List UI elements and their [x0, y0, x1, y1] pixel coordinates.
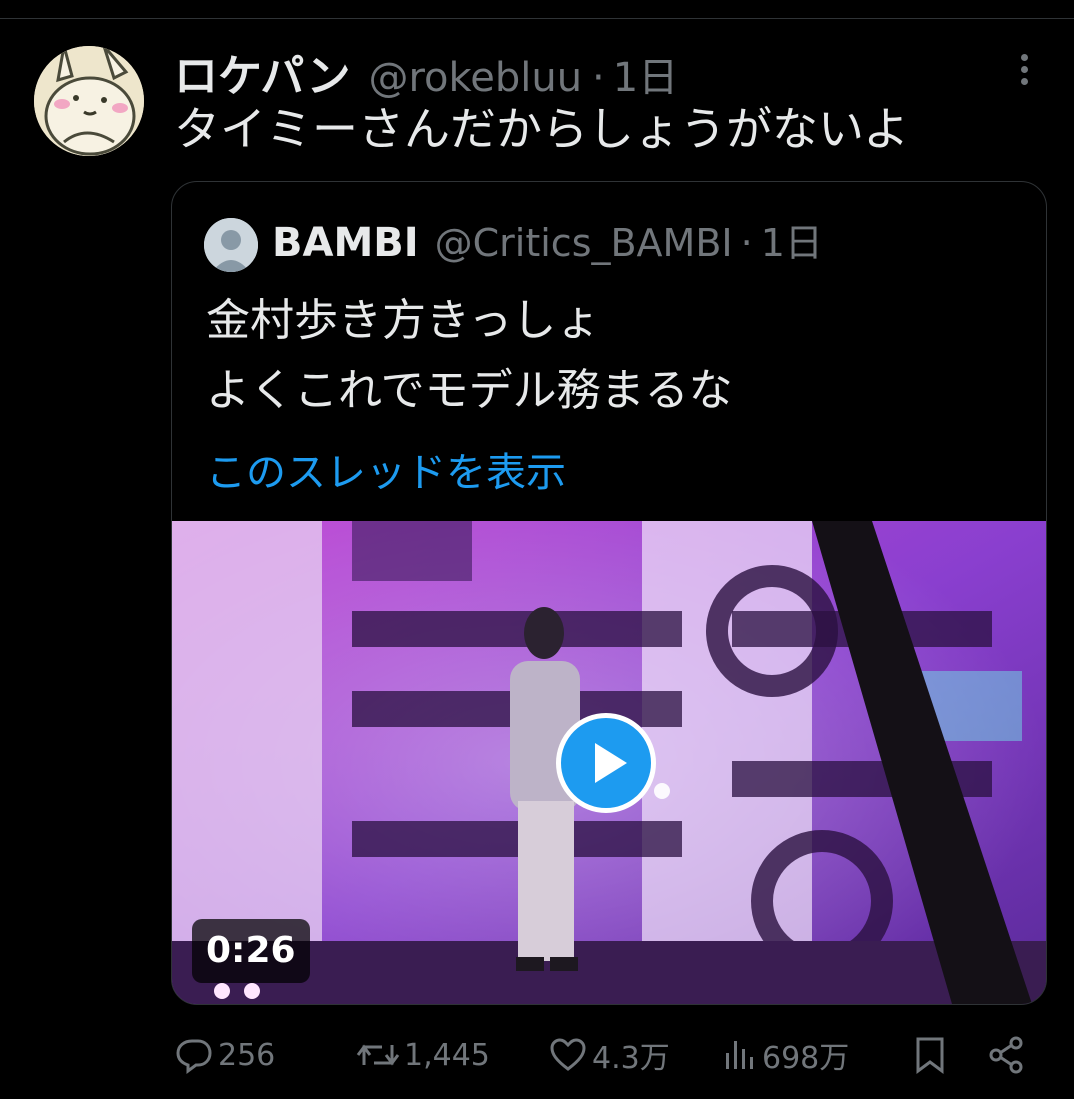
separator-dot: ·	[592, 55, 605, 101]
show-thread-link[interactable]: このスレッドを表示	[206, 440, 566, 498]
rabbit-avatar-illustration	[34, 46, 144, 156]
quoted-tweet-time[interactable]: 1日	[761, 212, 823, 267]
reply-button[interactable]: 256	[174, 1030, 275, 1080]
author-name[interactable]: ロケパン	[174, 40, 350, 104]
reply-icon	[176, 1039, 212, 1074]
top-divider	[0, 18, 1074, 19]
share-icon	[989, 1036, 1023, 1074]
tweet-header: ロケパン @rokebluu · 1日	[174, 40, 678, 102]
quoted-tweet-card[interactable]: BAMBI @Critics_BAMBI · 1日 金村歩き方きっしょ よくこれ…	[171, 181, 1047, 1005]
quoted-author-handle[interactable]: @Critics_BAMBI	[435, 221, 733, 265]
repost-count: 1,445	[404, 1037, 490, 1073]
more-options-icon[interactable]	[1012, 54, 1036, 90]
default-avatar-icon[interactable]	[204, 218, 258, 272]
quoted-tweet-text: 金村歩き方きっしょ よくこれでモデル務まるな	[206, 286, 733, 426]
bookmark-icon	[916, 1037, 944, 1074]
tweet-time[interactable]: 1日	[613, 45, 678, 103]
play-button[interactable]	[556, 713, 656, 813]
tweet-action-bar: 256 1,445 4.3万 698万	[0, 1030, 1074, 1080]
repost-button[interactable]: 1,445	[356, 1030, 490, 1080]
views-button[interactable]: 698万	[722, 1030, 849, 1080]
author-handle[interactable]: @rokebluu	[368, 55, 582, 101]
heart-icon	[550, 1038, 586, 1071]
like-count: 4.3万	[592, 1041, 670, 1076]
quoted-text-line: 金村歩き方きっしょ	[206, 295, 601, 346]
author-avatar[interactable]	[34, 46, 144, 156]
tweet-text: タイミーさんだからしょうがないよ	[174, 102, 910, 156]
share-button[interactable]	[986, 1030, 1030, 1080]
quoted-tweet-header: BAMBI @Critics_BAMBI · 1日	[272, 212, 823, 267]
repost-icon	[356, 1044, 400, 1066]
bookmark-button[interactable]	[912, 1030, 952, 1080]
views-chart-icon	[726, 1041, 753, 1069]
quoted-author-name[interactable]: BAMBI	[272, 220, 419, 266]
quoted-text-line: よくこれでモデル務まるな	[206, 365, 733, 416]
video-player[interactable]: 0:26	[172, 521, 1046, 1004]
view-count: 698万	[762, 1041, 850, 1076]
reply-count: 256	[218, 1037, 276, 1073]
like-button[interactable]: 4.3万	[548, 1030, 670, 1080]
separator-dot: ·	[740, 221, 753, 265]
video-duration-badge: 0:26	[192, 919, 310, 983]
